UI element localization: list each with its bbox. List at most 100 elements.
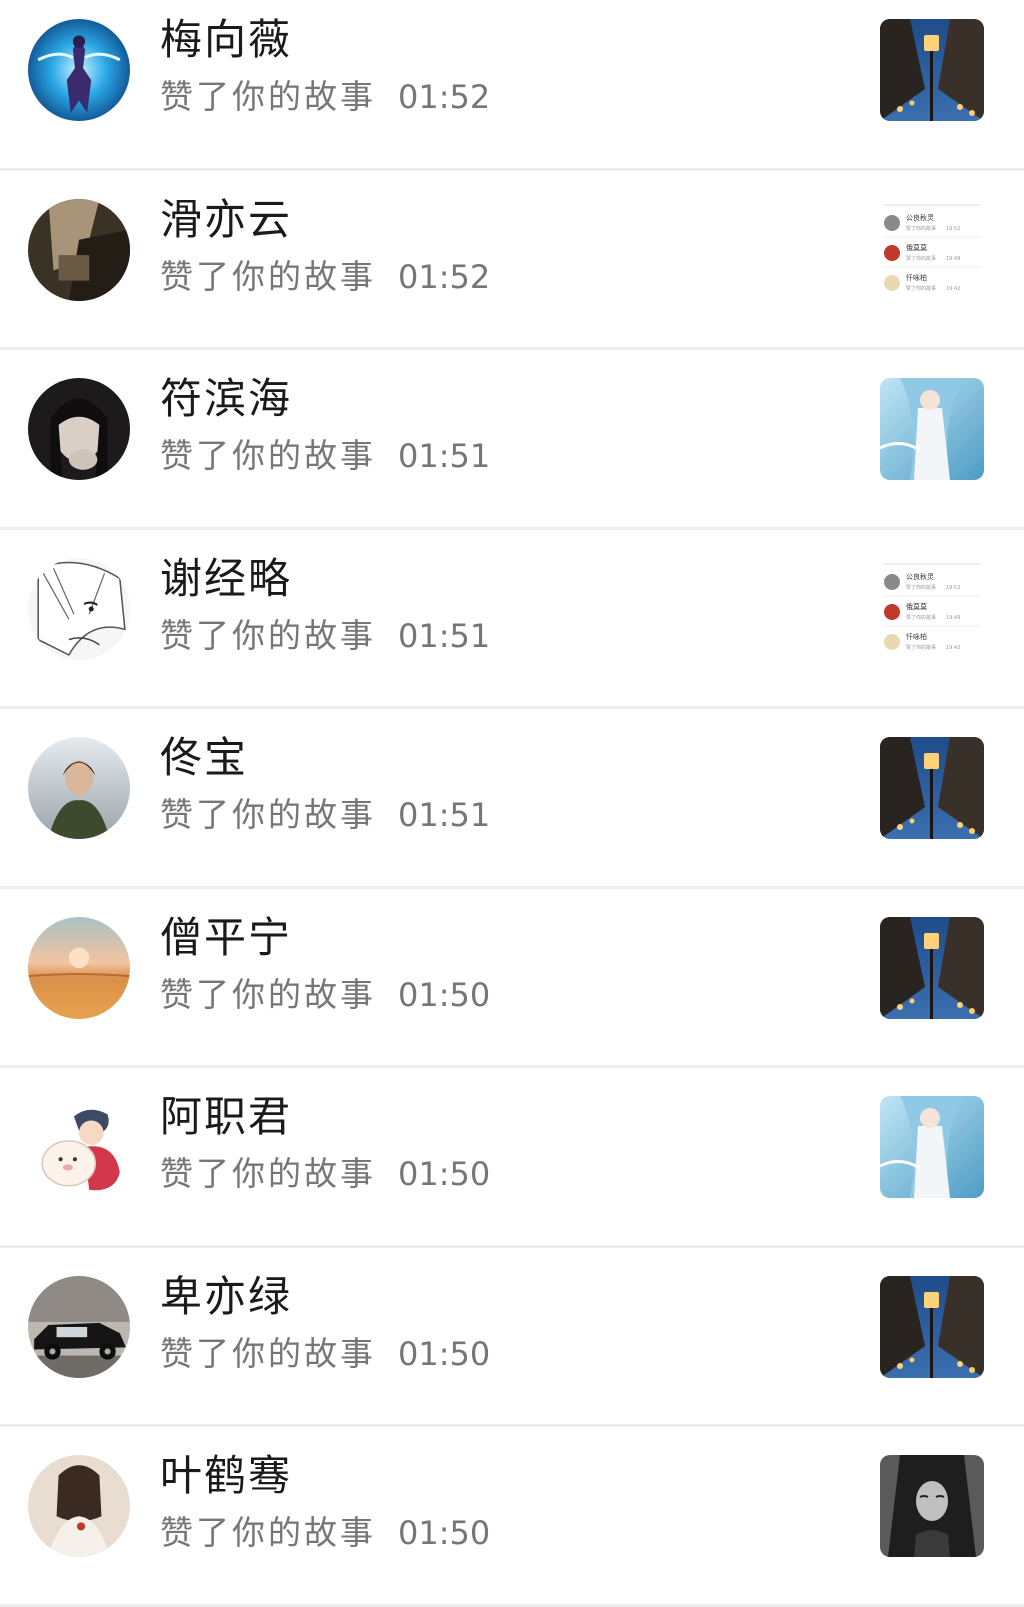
notification-list: 梅向薇 赞了你的故事 01:52 滑亦云 赞了你的故事 01:52 公良秋灵 赞… [0,0,1024,1607]
notification-subtext: 赞了你的故事 01:52 [160,77,490,117]
mini-time-0: 19:52 [946,226,960,232]
action-text: 赞了你的故事 [160,436,376,475]
mini-time-1: 19:49 [946,615,960,621]
timestamp: 01:50 [398,1514,491,1552]
action-text: 赞了你的故事 [160,1154,376,1193]
street-lamp-night-icon [880,737,984,839]
timestamp: 01:51 [398,796,491,834]
street-lamp-night-icon [880,19,984,121]
notification-subtext: 赞了你的故事 01:50 [160,1334,490,1374]
timestamp: 01:50 [398,1155,491,1193]
notification-subtext: 赞了你的故事 01:50 [160,975,490,1015]
woman-green-coat-avatar-icon [28,737,130,839]
mini-time-0: 19:52 [946,585,960,591]
mini-time-2: 19:42 [946,286,960,292]
list-item[interactable]: 阿职君 赞了你的故事 01:50 [0,1068,1024,1248]
action-text: 赞了你的故事 [160,615,376,655]
likes-list-screenshot-icon: 公良秋灵 赞了你的故事 19:52 俄莫莫 赞了你的故事 19:49 忏咏柏 赞… [880,198,984,301]
mini-name-2: 忏咏柏 [906,632,927,641]
story-thumbnail[interactable]: 公良秋灵 赞了你的故事 19:52 俄莫莫 赞了你的故事 19:49 忏咏柏 赞… [880,198,984,301]
notification-subtext: 赞了你的故事 01:50 [160,1154,490,1194]
mini-text-0: 赞了你的故事 [906,225,936,232]
likes-list-screenshot-icon: 公良秋灵 赞了你的故事 19:52 俄莫莫 赞了你的故事 19:49 忏咏柏 赞… [880,557,984,660]
story-thumbnail[interactable] [880,916,984,1019]
gothic-woman-icon [880,1455,984,1557]
story-thumbnail[interactable] [880,378,984,480]
mini-name-1: 俄莫莫 [906,602,927,611]
beach-sunset-avatar-icon [28,916,130,1019]
avatar[interactable] [28,1275,130,1378]
user-name[interactable]: 滑亦云 [160,195,292,245]
timestamp: 01:51 [398,616,491,655]
timestamp: 01:50 [398,1334,491,1373]
street-lamp-night-icon [880,1275,984,1378]
mini-time-2: 19:42 [946,645,960,651]
user-name[interactable]: 符滨海 [160,374,292,424]
action-text: 赞了你的故事 [160,1513,376,1552]
timestamp: 01:52 [398,78,491,116]
mini-name-0: 公良秋灵 [906,213,934,222]
timestamp: 01:51 [398,437,491,475]
cartoon-boy-plush-avatar-icon [28,1096,130,1198]
anime-girl-sea-icon [880,1096,984,1198]
avatar[interactable] [28,378,130,480]
action-text: 赞了你的故事 [160,795,376,834]
list-item[interactable]: 卑亦绿 赞了你的故事 01:50 [0,1247,1024,1427]
mini-text-2: 赞了你的故事 [906,285,936,292]
timestamp: 01:52 [398,257,491,296]
list-item[interactable]: 僧平宁 赞了你的故事 01:50 [0,888,1024,1068]
notification-subtext: 赞了你的故事 01:50 [160,1513,490,1553]
list-item[interactable]: 叶鹤骞 赞了你的故事 01:50 [0,1427,1024,1607]
notification-subtext: 赞了你的故事 01:52 [160,257,490,297]
story-thumbnail[interactable]: 公良秋灵 赞了你的故事 19:52 俄莫莫 赞了你的故事 19:49 忏咏柏 赞… [880,557,984,660]
list-item[interactable]: 符滨海 赞了你的故事 01:51 [0,350,1024,530]
dark-portrait-avatar-icon [28,198,130,301]
user-name[interactable]: 卑亦绿 [160,1272,292,1322]
user-name[interactable]: 梅向薇 [160,15,292,65]
notification-subtext: 赞了你的故事 01:51 [160,436,490,476]
avatar[interactable] [28,737,130,839]
user-name[interactable]: 佟宝 [160,733,248,783]
timestamp: 01:50 [398,975,491,1014]
action-text: 赞了你的故事 [160,974,376,1014]
avatar[interactable] [28,1455,130,1557]
user-name[interactable]: 僧平宁 [160,913,292,963]
avatar[interactable] [28,557,130,660]
girl-hand-on-chin-avatar-icon [28,378,130,480]
action-text: 赞了你的故事 [160,1333,376,1373]
avatar[interactable] [28,19,130,121]
list-item[interactable]: 梅向薇 赞了你的故事 01:52 [0,0,1024,171]
avatar[interactable] [28,198,130,301]
mini-name-0: 公良秋灵 [906,572,934,581]
anime-girl-sea-icon [880,378,984,480]
avatar[interactable] [28,916,130,1019]
mini-name-2: 忏咏柏 [906,273,927,282]
mini-name-1: 俄莫莫 [906,243,927,252]
notification-subtext: 赞了你的故事 01:51 [160,616,490,656]
woman-back-hair-avatar-icon [28,1455,130,1557]
mini-text-1: 赞了你的故事 [906,614,936,621]
mini-text-1: 赞了你的故事 [906,255,936,262]
user-name[interactable]: 谢经略 [160,554,292,604]
mini-text-2: 赞了你的故事 [906,644,936,651]
vintage-car-avatar-icon [28,1275,130,1378]
street-lamp-night-icon [880,916,984,1019]
action-text: 赞了你的故事 [160,256,376,296]
user-name[interactable]: 叶鹤骞 [160,1451,292,1501]
story-thumbnail[interactable] [880,19,984,121]
list-item[interactable]: 谢经略 赞了你的故事 01:51 公良秋灵 赞了你的故事 19:52 俄莫莫 赞… [0,529,1024,709]
mini-text-0: 赞了你的故事 [906,584,936,591]
story-thumbnail[interactable] [880,1455,984,1557]
fantasy-warrior-avatar-icon [28,19,130,121]
manga-sketch-avatar-icon [28,557,130,660]
story-thumbnail[interactable] [880,737,984,839]
list-item[interactable]: 滑亦云 赞了你的故事 01:52 公良秋灵 赞了你的故事 19:52 俄莫莫 赞… [0,170,1024,350]
mini-time-1: 19:49 [946,256,960,262]
story-thumbnail[interactable] [880,1275,984,1378]
user-name[interactable]: 阿职君 [160,1092,292,1142]
avatar[interactable] [28,1096,130,1198]
list-item[interactable]: 佟宝 赞了你的故事 01:51 [0,709,1024,889]
notification-subtext: 赞了你的故事 01:51 [160,795,490,835]
action-text: 赞了你的故事 [160,77,376,116]
story-thumbnail[interactable] [880,1096,984,1198]
